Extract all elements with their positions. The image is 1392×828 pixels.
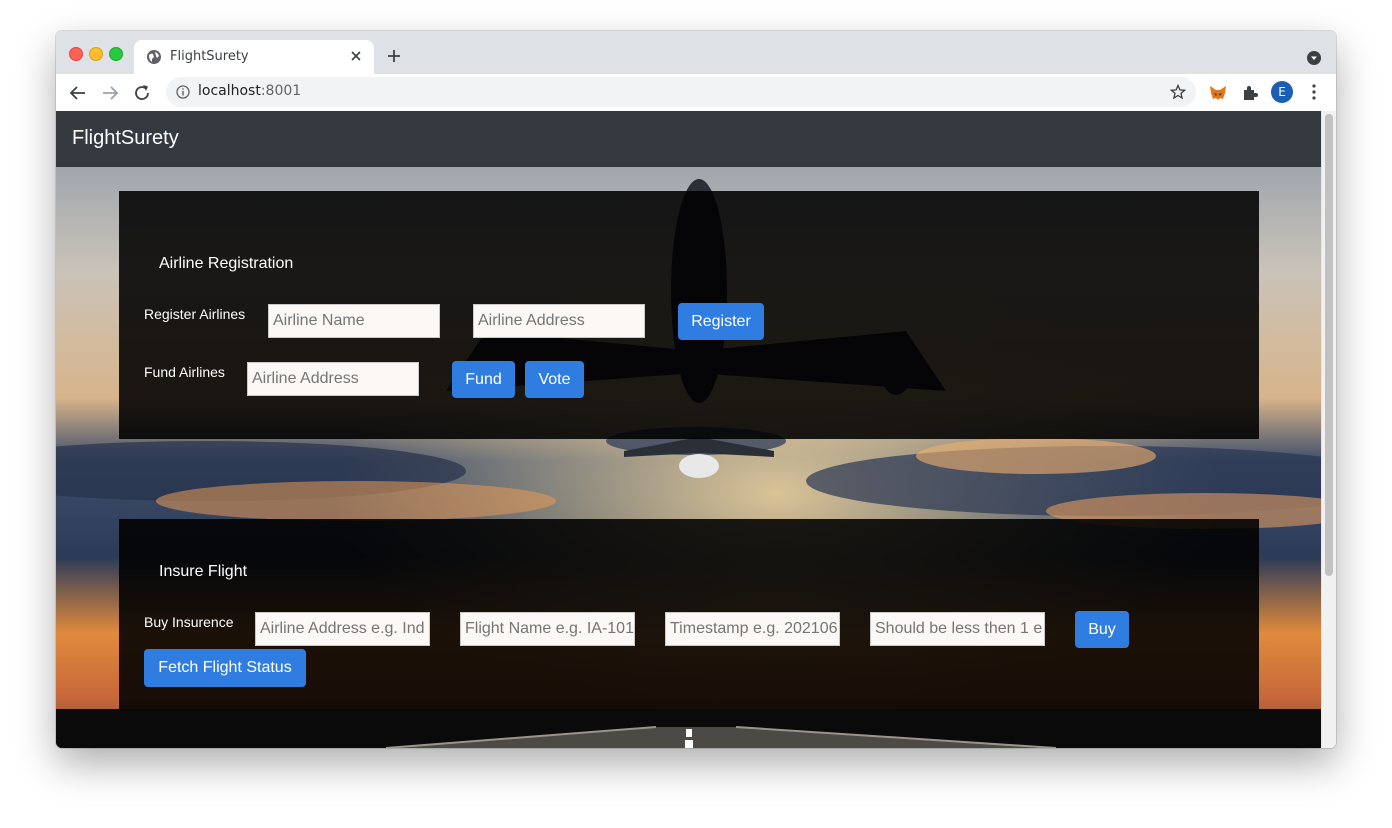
buy-insurance-label: Buy Insurence [144,614,234,630]
back-arrow-icon[interactable] [68,83,88,103]
insure-flight-panel: Insure Flight Buy Insurence Airline Addr… [119,519,1259,709]
buy-button[interactable]: Buy [1075,611,1129,648]
tab-strip: FlightSurety [56,31,1336,74]
fund-airlines-label: Fund Airlines [144,364,225,380]
fetch-flight-status-button[interactable]: Fetch Flight Status [144,649,306,687]
plus-icon[interactable] [386,48,402,64]
kebab-menu-icon[interactable] [1306,83,1322,101]
timestamp-input[interactable]: Timestamp e.g. 202106 [665,612,840,646]
address-bar[interactable]: localhost:8001 [166,77,1196,107]
page-viewport: FlightSurety Airline Registration Regist… [56,111,1321,748]
close-icon[interactable] [348,48,364,64]
profile-avatar[interactable]: E [1271,81,1293,103]
url-port: :8001 [260,83,302,99]
info-icon[interactable] [176,85,190,99]
globe-icon [147,50,161,64]
insure-airline-address-input[interactable]: Airline Address e.g. Ind [255,612,430,646]
scrollbar-thumb[interactable] [1325,114,1333,576]
navbar-brand[interactable]: FlightSurety [72,127,179,150]
insure-flight-title: Insure Flight [159,563,248,580]
url-host: localhost [198,83,261,99]
close-window-button[interactable] [69,47,83,61]
airline-name-input[interactable]: Airline Name [268,304,440,338]
airline-address-input[interactable]: Airline Address [473,304,645,338]
airline-registration-panel: Airline Registration Register Airlines A… [119,191,1259,439]
tab-title: FlightSurety [170,49,249,64]
fund-button[interactable]: Fund [452,361,515,398]
star-icon[interactable] [1170,84,1186,100]
tab-flightsurety[interactable]: FlightSurety [134,40,374,74]
amount-input[interactable]: Should be less then 1 e [870,612,1045,646]
registration-title: Airline Registration [159,255,294,272]
minimize-window-button[interactable] [89,47,103,61]
fund-airline-address-input[interactable]: Airline Address [247,362,419,396]
reload-icon[interactable] [132,83,152,103]
runway-image [385,726,1057,748]
site-navbar: FlightSurety [56,111,1321,167]
zoom-window-button[interactable] [109,47,123,61]
metamask-fox-icon[interactable] [1208,83,1228,103]
flight-name-input[interactable]: Flight Name e.g. IA-101 [460,612,635,646]
register-airlines-label: Register Airlines [144,306,246,322]
browser-toolbar: localhost:8001 [56,74,1336,112]
register-button[interactable]: Register [678,303,764,340]
puzzle-icon[interactable] [1240,83,1260,103]
page-scrollbar[interactable] [1321,111,1336,748]
vote-button[interactable]: Vote [525,361,584,398]
chevron-down-icon[interactable] [1306,50,1322,66]
browser-window: FlightSurety localhost:8001 E FlightSure… [56,31,1336,748]
forward-arrow-icon[interactable] [100,83,120,103]
url-text: localhost:8001 [198,83,301,99]
